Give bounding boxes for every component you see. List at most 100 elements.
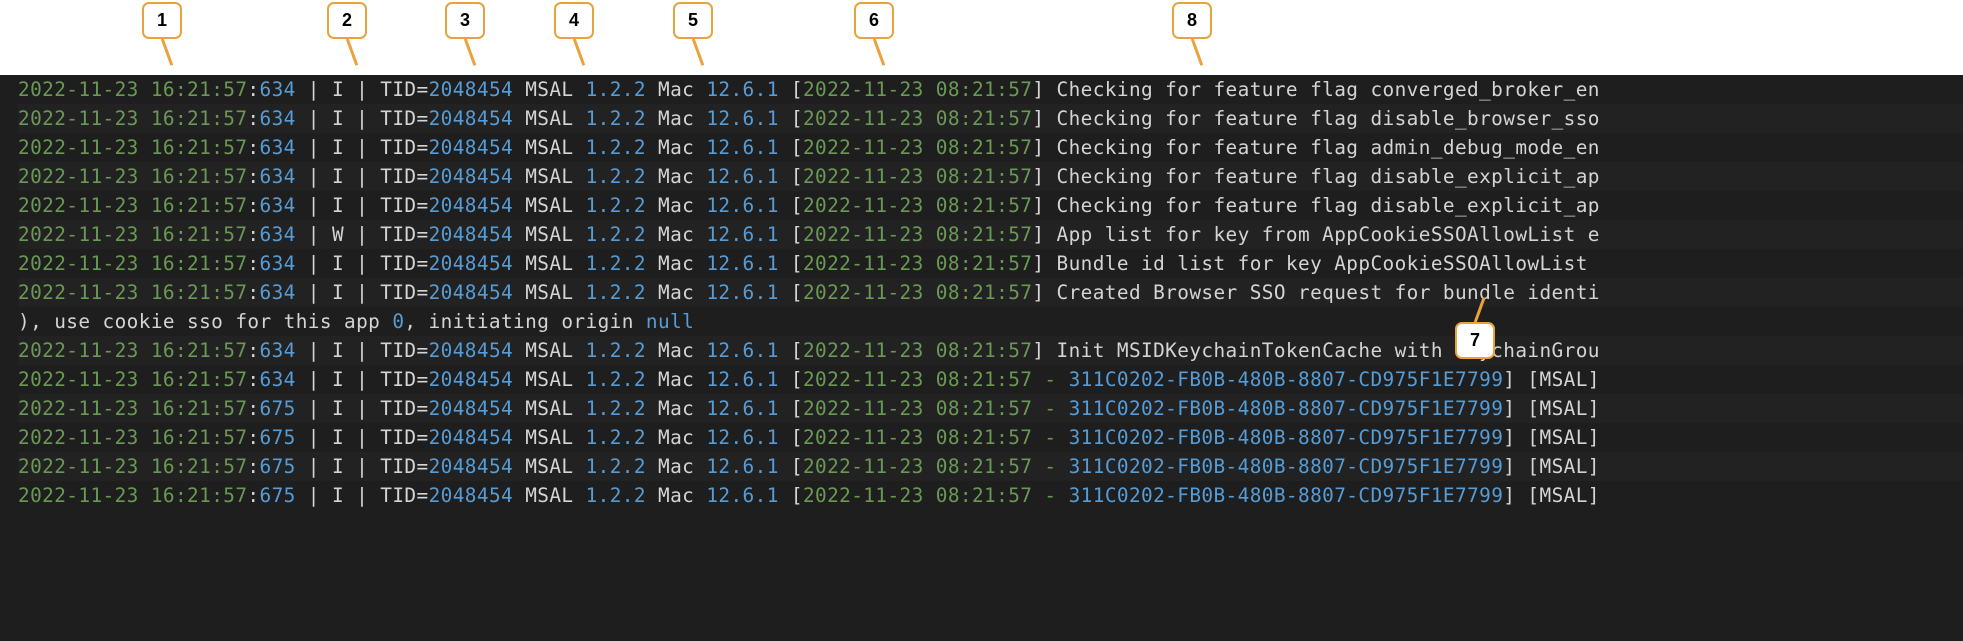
- log-utc: 2022-11-23 08:21:57: [803, 368, 1032, 391]
- log-time: 16:21:57: [151, 339, 248, 362]
- callout-8: 8: [1172, 2, 1212, 39]
- log-lib-version: 1.2.2: [586, 107, 646, 130]
- log-time: 16:21:57: [151, 281, 248, 304]
- log-line: 2022-11-23 16:21:57:634 | I | TID=204845…: [18, 104, 1963, 133]
- log-level: W: [332, 223, 344, 246]
- log-time: 16:21:57: [151, 223, 248, 246]
- log-correlation-id: 311C0202-FB0B-480B-8807-CD975F1E7799: [1069, 397, 1504, 420]
- log-os-version: 12.6.1: [706, 252, 778, 275]
- log-time: 16:21:57: [151, 78, 248, 101]
- log-lib-version: 1.2.2: [586, 136, 646, 159]
- log-time: 16:21:57: [151, 107, 248, 130]
- log-date: 2022-11-23: [18, 107, 139, 130]
- log-utc: 2022-11-23 08:21:57: [803, 484, 1032, 507]
- log-utc: 2022-11-23 08:21:57: [803, 194, 1032, 217]
- log-level: I: [332, 194, 344, 217]
- log-line: 2022-11-23 16:21:57:634 | I | TID=204845…: [18, 75, 1963, 104]
- log-lib-version: 1.2.2: [586, 78, 646, 101]
- log-line: 2022-11-23 16:21:57:634 | I | TID=204845…: [18, 365, 1963, 394]
- log-ms: 634: [260, 368, 296, 391]
- log-tid: 2048454: [429, 223, 514, 246]
- log-line: 2022-11-23 16:21:57:634 | I | TID=204845…: [18, 133, 1963, 162]
- log-ms: 675: [260, 484, 296, 507]
- log-level: I: [332, 397, 344, 420]
- log-os-version: 12.6.1: [706, 281, 778, 304]
- log-level: I: [332, 252, 344, 275]
- log-ms: 634: [260, 223, 296, 246]
- log-lib-version: 1.2.2: [586, 165, 646, 188]
- log-level: I: [332, 136, 344, 159]
- log-os-version: 12.6.1: [706, 194, 778, 217]
- log-ms: 634: [260, 136, 296, 159]
- log-message: Created Browser SSO request for bundle i…: [1057, 281, 1600, 304]
- log-level: I: [332, 107, 344, 130]
- log-line: 2022-11-23 16:21:57:634 | I | TID=204845…: [18, 249, 1963, 278]
- log-ms: 634: [260, 252, 296, 275]
- log-tid: 2048454: [429, 484, 514, 507]
- log-level: I: [332, 339, 344, 362]
- log-time: 16:21:57: [151, 252, 248, 275]
- log-level: I: [332, 484, 344, 507]
- log-level: I: [332, 165, 344, 188]
- log-utc: 2022-11-23 08:21:57: [803, 165, 1032, 188]
- log-time: 16:21:57: [151, 136, 248, 159]
- log-message: Init MSIDKeychainTokenCache with keychai…: [1057, 339, 1600, 362]
- callout-4: 4: [554, 2, 594, 39]
- log-tid: 2048454: [429, 426, 514, 449]
- log-correlation-id: 311C0202-FB0B-480B-8807-CD975F1E7799: [1069, 426, 1504, 449]
- log-ms: 634: [260, 107, 296, 130]
- log-date: 2022-11-23: [18, 136, 139, 159]
- log-date: 2022-11-23: [18, 281, 139, 304]
- log-message: Checking for feature flag admin_debug_mo…: [1057, 136, 1600, 159]
- log-utc: 2022-11-23 08:21:57: [803, 223, 1032, 246]
- log-utc: 2022-11-23 08:21:57: [803, 107, 1032, 130]
- callout-5: 5: [673, 2, 713, 39]
- log-os-version: 12.6.1: [706, 78, 778, 101]
- log-line: 2022-11-23 16:21:57:675 | I | TID=204845…: [18, 481, 1963, 510]
- log-ms: 634: [260, 165, 296, 188]
- log-time: 16:21:57: [151, 484, 248, 507]
- log-os-version: 12.6.1: [706, 223, 778, 246]
- callout-3: 3: [445, 2, 485, 39]
- log-date: 2022-11-23: [18, 368, 139, 391]
- log-level: I: [332, 281, 344, 304]
- log-os-version: 12.6.1: [706, 136, 778, 159]
- log-message: Checking for feature flag disable_browse…: [1057, 107, 1600, 130]
- log-lib-version: 1.2.2: [586, 455, 646, 478]
- log-tid: 2048454: [429, 107, 514, 130]
- log-time: 16:21:57: [151, 426, 248, 449]
- log-message: Checking for feature flag converged_brok…: [1057, 78, 1600, 101]
- log-date: 2022-11-23: [18, 426, 139, 449]
- callout-6: 6: [854, 2, 894, 39]
- log-tid: 2048454: [429, 397, 514, 420]
- log-tid: 2048454: [429, 339, 514, 362]
- log-tid: 2048454: [429, 78, 514, 101]
- log-line: 2022-11-23 16:21:57:634 | I | TID=204845…: [18, 191, 1963, 220]
- log-date: 2022-11-23: [18, 78, 139, 101]
- log-line: 2022-11-23 16:21:57:634 | I | TID=204845…: [18, 336, 1963, 365]
- log-ms: 675: [260, 397, 296, 420]
- log-output: 2022-11-23 16:21:57:634 | I | TID=204845…: [0, 75, 1963, 510]
- log-level: I: [332, 455, 344, 478]
- log-os-version: 12.6.1: [706, 484, 778, 507]
- log-lib-version: 1.2.2: [586, 194, 646, 217]
- log-lib-version: 1.2.2: [586, 426, 646, 449]
- log-tid: 2048454: [429, 252, 514, 275]
- log-date: 2022-11-23: [18, 165, 139, 188]
- log-ms: 675: [260, 455, 296, 478]
- log-os-version: 12.6.1: [706, 165, 778, 188]
- log-ms: 634: [260, 194, 296, 217]
- callout-bar: 1 2 3 4 5 6 8: [0, 0, 1963, 75]
- callout-7: 7: [1455, 322, 1495, 359]
- log-lib-version: 1.2.2: [586, 484, 646, 507]
- log-tid: 2048454: [429, 136, 514, 159]
- log-message: Checking for feature flag disable_explic…: [1057, 165, 1600, 188]
- callout-1: 1: [142, 2, 182, 39]
- log-utc: 2022-11-23 08:21:57: [803, 426, 1032, 449]
- log-ms: 634: [260, 339, 296, 362]
- log-message: Checking for feature flag disable_explic…: [1057, 194, 1600, 217]
- log-line: 2022-11-23 16:21:57:675 | I | TID=204845…: [18, 452, 1963, 481]
- log-tid: 2048454: [429, 281, 514, 304]
- callout-2: 2: [327, 2, 367, 39]
- log-os-version: 12.6.1: [706, 339, 778, 362]
